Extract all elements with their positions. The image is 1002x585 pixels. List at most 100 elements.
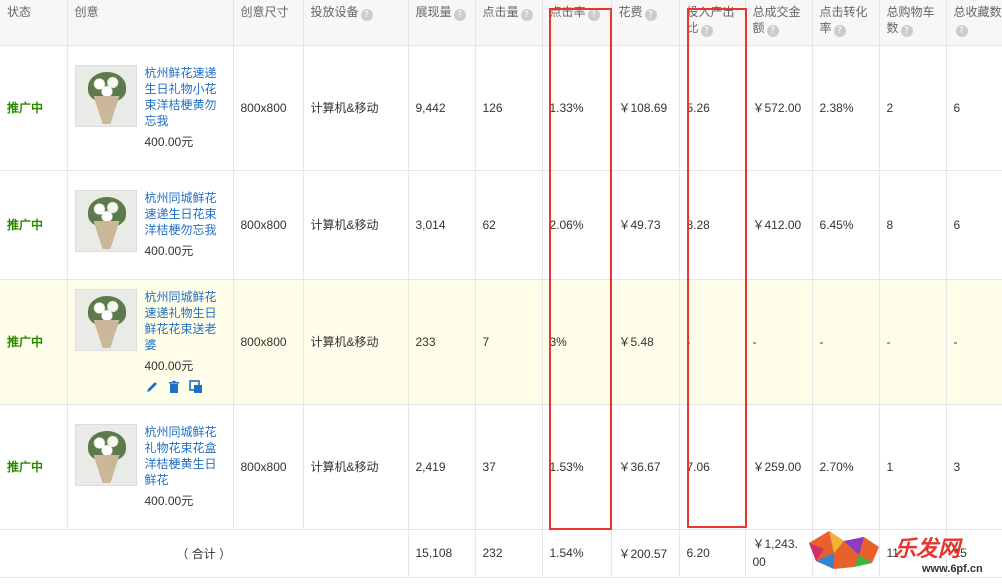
table-header-row: 状态 创意 创意尺寸 投放设备? 展现量? 点击量? 点击率? 花费? 投入产出… <box>0 0 1002 46</box>
roi-cell: 7.06 <box>679 404 746 530</box>
creative-thumbnail[interactable] <box>74 289 137 351</box>
roi-cell: - <box>679 279 746 405</box>
device-cell: 计算机&移动 <box>303 279 409 405</box>
cvr-cell: 6.45% <box>812 170 880 280</box>
gmv-cell: - <box>745 279 813 405</box>
bull-logo-icon <box>809 531 879 569</box>
help-icon[interactable]: ? <box>360 9 373 21</box>
cvr-cell: - <box>812 279 880 405</box>
roi-cell: 5.26 <box>679 45 746 171</box>
device-cell: 计算机&移动 <box>303 170 409 280</box>
watermark-url: www.6pf.cn <box>922 563 983 575</box>
header-ctr[interactable]: 点击率? <box>542 0 612 46</box>
header-roi[interactable]: 投入产出比? <box>679 0 746 46</box>
header-size[interactable]: 创意尺寸 <box>233 0 304 46</box>
size-cell: 800x800 <box>233 45 304 171</box>
total-impressions: 15,108 <box>408 529 476 578</box>
help-icon[interactable]: ? <box>453 9 466 21</box>
header-gmv[interactable]: 总成交金额? <box>745 0 813 46</box>
gmv-cell: ￥572.00 <box>745 45 813 171</box>
cvr-cell: 2.70% <box>812 404 880 530</box>
creative-title-link[interactable]: 杭州同城鲜花速递礼物生日鲜花花束送老婆 <box>145 289 223 353</box>
device-cell: 计算机&移动 <box>303 45 409 171</box>
favs-cell: - <box>946 279 1002 405</box>
table-row: 推广中 杭州鲜花速递生日礼物小花束洋桔梗黄勿忘我 400.00元 800x800… <box>0 45 1002 171</box>
header-favs[interactable]: 总收藏数? <box>946 0 1002 46</box>
creative-price: 400.00元 <box>144 135 194 149</box>
watermark-text: 乐发网 <box>894 536 961 561</box>
copy-icon[interactable] <box>188 380 203 394</box>
creative-price: 400.00元 <box>144 494 194 508</box>
status-badge: 推广中 <box>0 45 68 171</box>
total-roi: 6.20 <box>679 529 746 578</box>
header-device[interactable]: 投放设备? <box>303 0 409 46</box>
device-cell: 计算机&移动 <box>303 404 409 530</box>
cvr-cell: 2.38% <box>812 45 880 171</box>
creative-price: 400.00元 <box>144 359 194 373</box>
total-label: （ 合计 ） <box>0 529 409 578</box>
total-cost: ￥200.57 <box>611 529 680 578</box>
gmv-cell: ￥259.00 <box>745 404 813 530</box>
header-impressions[interactable]: 展现量? <box>408 0 476 46</box>
roi-cell: 8.28 <box>679 170 746 280</box>
favs-cell: 6 <box>946 170 1002 280</box>
impressions-cell: 3,014 <box>408 170 476 280</box>
header-cost[interactable]: 花费? <box>611 0 680 46</box>
help-icon[interactable]: ? <box>587 9 600 21</box>
status-badge: 推广中 <box>0 279 68 405</box>
creative-title-link[interactable]: 杭州同城鲜花速递生日花束洋桔梗勿忘我 <box>145 190 223 238</box>
header-status[interactable]: 状态 <box>0 0 68 46</box>
carts-cell: 1 <box>879 404 947 530</box>
creative-cell: 杭州同城鲜花速递礼物生日鲜花花束送老婆 400.00元 <box>67 279 234 405</box>
impressions-cell: 233 <box>408 279 476 405</box>
table-row: 推广中 杭州同城鲜花速递生日花束洋桔梗勿忘我 400.00元 800x800 计… <box>0 170 1002 280</box>
clicks-cell: 62 <box>475 170 543 280</box>
creative-title-link[interactable]: 杭州同城鲜花礼物花束花盒洋桔梗黄生日鲜花 <box>145 424 223 488</box>
clicks-cell: 37 <box>475 404 543 530</box>
cost-cell: ￥5.48 <box>611 279 680 405</box>
header-clicks[interactable]: 点击量? <box>475 0 543 46</box>
ctr-cell: 3% <box>542 279 612 405</box>
total-ctr: 1.54% <box>542 529 612 578</box>
help-icon[interactable]: ? <box>700 25 713 37</box>
impressions-cell: 9,442 <box>408 45 476 171</box>
ctr-cell: 1.33% <box>542 45 612 171</box>
creative-title-link[interactable]: 杭州鲜花速递生日礼物小花束洋桔梗黄勿忘我 <box>145 65 223 129</box>
ctr-cell: 1.53% <box>542 404 612 530</box>
total-gmv: ￥1,243.00 <box>745 529 813 578</box>
creative-thumbnail[interactable] <box>74 190 137 252</box>
creative-report-table: 状态 创意 创意尺寸 投放设备? 展现量? 点击量? 点击率? 花费? 投入产出… <box>0 0 1002 578</box>
header-creative[interactable]: 创意 <box>67 0 234 46</box>
table-row: 推广中 杭州同城鲜花礼物花束花盒洋桔梗黄生日鲜花 400.00元 800x800… <box>0 404 1002 530</box>
help-icon[interactable]: ? <box>644 9 657 21</box>
creative-thumbnail[interactable] <box>74 65 137 127</box>
help-icon[interactable]: ? <box>520 9 533 21</box>
header-cvr[interactable]: 点击转化率? <box>812 0 880 46</box>
carts-cell: 8 <box>879 170 947 280</box>
creative-thumbnail[interactable] <box>74 424 137 486</box>
favs-cell: 6 <box>946 45 1002 171</box>
status-badge: 推广中 <box>0 170 68 280</box>
creative-price: 400.00元 <box>144 244 194 258</box>
help-icon[interactable]: ? <box>833 25 846 37</box>
impressions-cell: 2,419 <box>408 404 476 530</box>
size-cell: 800x800 <box>233 170 304 280</box>
delete-icon[interactable] <box>167 380 181 394</box>
cost-cell: ￥108.69 <box>611 45 680 171</box>
carts-cell: - <box>879 279 947 405</box>
edit-icon[interactable] <box>145 380 159 394</box>
header-carts[interactable]: 总购物车数? <box>879 0 947 46</box>
clicks-cell: 126 <box>475 45 543 171</box>
help-icon[interactable]: ? <box>900 25 913 37</box>
help-icon[interactable]: ? <box>766 25 779 37</box>
favs-cell: 3 <box>946 404 1002 530</box>
total-clicks: 232 <box>475 529 543 578</box>
cost-cell: ￥36.67 <box>611 404 680 530</box>
carts-cell: 2 <box>879 45 947 171</box>
table-row: 推广中 杭州同城鲜花速递礼物生日鲜花花束送老婆 400.00元 800x800 … <box>0 279 1002 405</box>
creative-cell: 杭州同城鲜花礼物花束花盒洋桔梗黄生日鲜花 400.00元 <box>67 404 234 530</box>
status-badge: 推广中 <box>0 404 68 530</box>
size-cell: 800x800 <box>233 404 304 530</box>
help-icon[interactable]: ? <box>955 25 968 37</box>
clicks-cell: 7 <box>475 279 543 405</box>
